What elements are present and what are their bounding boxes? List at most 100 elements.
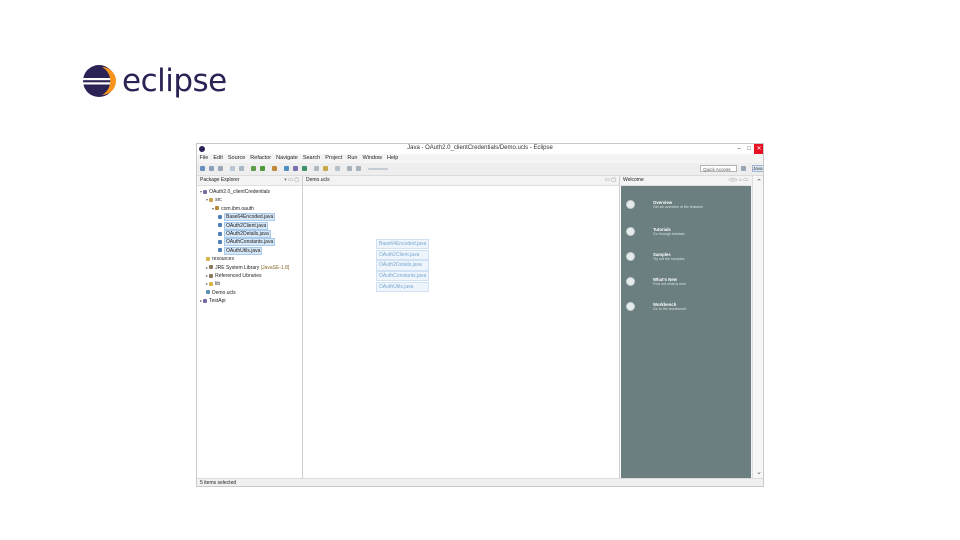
external-tools-icon[interactable] bbox=[272, 166, 277, 171]
folder-icon bbox=[206, 256, 210, 261]
tree-item[interactable]: Base64Encoded.java bbox=[197, 213, 302, 222]
menu-search[interactable]: Search bbox=[300, 154, 322, 163]
menu-bar: File Edit Source Refactor Navigate Searc… bbox=[197, 154, 763, 163]
editor-area: Demo.ucls ▭ ▢ Base64Encoded.java OAuth2Cl… bbox=[303, 176, 620, 478]
scroll-down-icon[interactable]: ⌄ bbox=[753, 468, 763, 476]
eclipse-logo-text: eclipse bbox=[122, 63, 227, 99]
cut-icon[interactable] bbox=[239, 166, 244, 171]
package-explorer-tab[interactable]: Package Explorer ▾ ▭ ▢ bbox=[197, 176, 302, 186]
nav-back-icon[interactable] bbox=[347, 166, 352, 171]
menu-source[interactable]: Source bbox=[225, 154, 247, 163]
welcome-link-tutorials[interactable]: Tutorials Go through tutorials bbox=[626, 227, 743, 237]
minimize-button[interactable]: – bbox=[734, 144, 744, 154]
new-class-icon[interactable] bbox=[302, 166, 307, 171]
view-menu-icon[interactable]: ▾ ▭ ▢ bbox=[284, 176, 299, 185]
editor-tab-demo-ucls[interactable]: Demo.ucls ▭ ▢ bbox=[303, 176, 619, 186]
welcome-tab[interactable]: Welcome ◁ ▷ ⌂ ▭ bbox=[620, 176, 751, 186]
welcome-link-desc: Find out what is new bbox=[653, 282, 686, 286]
package-explorer-label: Package Explorer bbox=[200, 177, 240, 183]
menu-run[interactable]: Run bbox=[345, 154, 360, 163]
new-java-project-icon[interactable] bbox=[284, 166, 289, 171]
welcome-view: Welcome ◁ ▷ ⌂ ▭ Overview Get an overview … bbox=[620, 176, 751, 478]
quick-access-field[interactable]: Quick Access bbox=[700, 165, 737, 172]
maximize-button[interactable]: □ bbox=[744, 144, 754, 154]
build-icon[interactable] bbox=[230, 166, 235, 171]
new-package-icon[interactable] bbox=[293, 166, 298, 171]
menu-help[interactable]: Help bbox=[385, 154, 401, 163]
welcome-link-desc: Get an overview of the features bbox=[653, 205, 703, 209]
status-bar: 5 items selected bbox=[197, 478, 763, 486]
samples-icon bbox=[626, 252, 635, 261]
tree-item-label: TestApi bbox=[209, 298, 226, 305]
open-perspective-icon[interactable] bbox=[741, 166, 746, 171]
toolbar-slider[interactable] bbox=[368, 168, 388, 170]
menu-window[interactable]: Window bbox=[360, 154, 385, 163]
menu-file[interactable]: File bbox=[197, 154, 211, 163]
welcome-link-desc: Go to the workbench bbox=[653, 307, 687, 311]
welcome-link-what-s-new[interactable]: What's New Find out what is new bbox=[626, 277, 743, 287]
welcome-nav-icons[interactable]: ◁ ▷ ⌂ ▭ bbox=[728, 176, 748, 185]
window-title: Java - OAuth2.0_clientCredentials/Demo.u… bbox=[407, 145, 553, 151]
welcome-tab-label: Welcome bbox=[623, 177, 644, 183]
tree-item[interactable]: resources bbox=[197, 255, 302, 263]
menu-project[interactable]: Project bbox=[323, 154, 345, 163]
tree-item[interactable]: OAuth2Client.java bbox=[197, 221, 302, 230]
package-tree: ▾ OAuth2.0_clientCredentials ▾ src ▾ com.i… bbox=[197, 186, 302, 305]
source-folder-icon bbox=[209, 198, 214, 203]
tree-item[interactable]: ▸ lib bbox=[197, 280, 302, 288]
run-icon[interactable] bbox=[260, 166, 265, 171]
nav-forward-icon[interactable] bbox=[356, 166, 361, 171]
tree-item[interactable]: OAuthUtils.java bbox=[197, 246, 302, 255]
close-button[interactable]: ✕ bbox=[754, 144, 763, 154]
tree-item[interactable]: Demo.ucls bbox=[197, 289, 302, 297]
java-file-icon bbox=[218, 214, 222, 219]
tree-item[interactable]: ▾ src bbox=[197, 196, 302, 204]
ucls-file-icon bbox=[206, 290, 210, 295]
scroll-up-icon[interactable]: ⌃ bbox=[753, 178, 763, 186]
whats-new-icon bbox=[626, 277, 635, 286]
tree-item-label: Base64Encoded.java bbox=[224, 213, 276, 222]
annotation-icon[interactable] bbox=[335, 166, 340, 171]
menu-navigate[interactable]: Navigate bbox=[274, 154, 301, 163]
tree-item-label: src bbox=[215, 197, 222, 204]
library-icon bbox=[209, 273, 214, 278]
vertical-scrollbar[interactable]: ⌃ ⌄ bbox=[752, 176, 763, 478]
save-icon[interactable] bbox=[209, 166, 214, 171]
overview-icon bbox=[626, 200, 635, 209]
tree-item[interactable]: OAuthConstants.java bbox=[197, 238, 302, 247]
tree-item[interactable]: ▸ JRE System Library [JavaSE-1.8] bbox=[197, 264, 302, 272]
dragged-file-item: OAuth2Details.java bbox=[376, 260, 430, 271]
editor-minmax-icon[interactable]: ▭ ▢ bbox=[605, 176, 616, 185]
welcome-link-overview[interactable]: Overview Get an overview of the features bbox=[626, 200, 743, 210]
tree-item-label: Demo.ucls bbox=[212, 289, 236, 296]
eclipse-logo-icon bbox=[83, 65, 116, 97]
tree-item[interactable]: ▸ Referenced Libraries bbox=[197, 272, 302, 280]
perspective-java-button[interactable]: Java bbox=[752, 165, 763, 172]
tree-item[interactable]: ▾ OAuth2.0_clientCredentials bbox=[197, 188, 302, 196]
tree-item-label: resources bbox=[212, 256, 234, 263]
library-icon bbox=[209, 265, 214, 270]
tree-item[interactable]: OAuth2Details.java bbox=[197, 229, 302, 238]
tree-item-label: OAuth2.0_clientCredentials bbox=[209, 189, 270, 195]
project-icon bbox=[203, 189, 208, 194]
main-toolbar: Quick Access Java bbox=[197, 163, 763, 176]
project-icon bbox=[203, 298, 208, 303]
title-bar: Java - OAuth2.0_clientCredentials/Demo.u… bbox=[197, 144, 763, 154]
tree-item[interactable]: ▾ com.ibm.oauth bbox=[197, 205, 302, 213]
java-file-icon bbox=[218, 248, 222, 253]
welcome-link-workbench[interactable]: Workbench Go to the workbench bbox=[626, 302, 743, 312]
tree-item[interactable]: ▸ TestApi bbox=[197, 297, 302, 305]
welcome-link-desc: Go through tutorials bbox=[653, 232, 685, 236]
search-icon[interactable] bbox=[323, 166, 328, 171]
debug-icon[interactable] bbox=[251, 166, 256, 171]
package-explorer-view: Package Explorer ▾ ▭ ▢ ▾ OAuth2.0_client… bbox=[197, 176, 303, 478]
welcome-link-desc: Try out the samples bbox=[653, 257, 685, 261]
welcome-link-samples[interactable]: Samples Try out the samples bbox=[626, 252, 743, 262]
tree-item-label: lib bbox=[215, 281, 221, 288]
menu-edit[interactable]: Edit bbox=[211, 154, 225, 163]
new-icon[interactable] bbox=[200, 166, 205, 171]
open-type-icon[interactable] bbox=[314, 166, 319, 171]
menu-refactor[interactable]: Refactor bbox=[248, 154, 274, 163]
tree-item-label: OAuth2Details.java bbox=[224, 229, 271, 238]
print-icon[interactable] bbox=[218, 166, 223, 171]
